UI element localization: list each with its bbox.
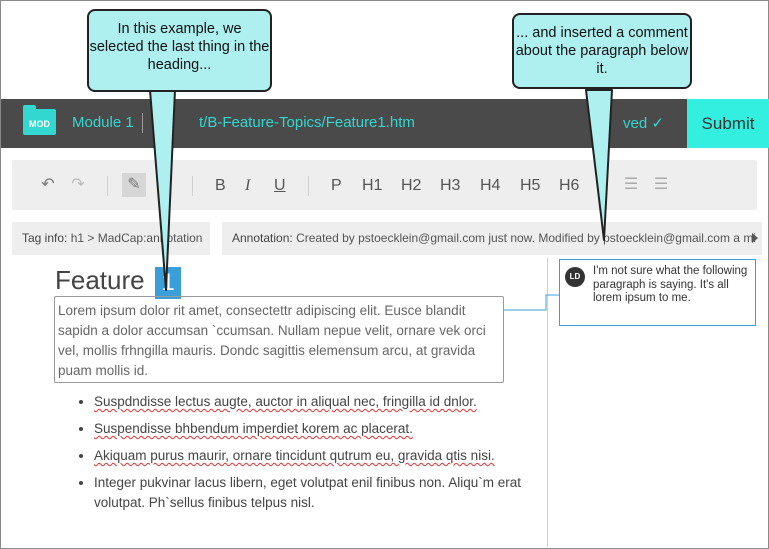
list-item-text: Suspdndisse lectus augte, auctor in aliq… — [94, 394, 477, 409]
tag-info-label: Tag info: — [22, 231, 68, 245]
redo-icon[interactable]: ↷ — [66, 173, 90, 197]
expand-arrow-icon[interactable] — [752, 233, 758, 243]
h4-button[interactable]: H4 — [480, 177, 500, 195]
underline-button[interactable]: U — [274, 177, 286, 195]
annotation-created: Created by pstoecklein@gmail.com just no… — [296, 231, 536, 245]
list-item-text: Integer pukvinar lacus libern, eget volu… — [94, 475, 521, 510]
editor-toolbar: ↶ ↷ ✎ B I U P H1 H2 H3 H4 H5 H6 ☰ ☰ — [12, 160, 757, 210]
annotation-info-label: Annotation: — [232, 231, 293, 245]
tag-info-value: h1 > MadCap:annotation — [70, 231, 203, 245]
bullet-list: Suspdndisse lectus augte, auctor in aliq… — [74, 392, 534, 520]
toolbar-divider — [308, 176, 309, 196]
list-item[interactable]: Suspendisse bhbendum imperdiet korem ac … — [94, 419, 534, 439]
list-item-text: Suspendisse bhbendum imperdiet korem ac … — [94, 421, 413, 436]
module-logo-icon: MOD — [23, 105, 56, 135]
avatar: LD — [565, 267, 585, 287]
italic-button[interactable]: I — [245, 177, 250, 195]
comment-connector — [504, 294, 560, 311]
file-path: t/B-Feature-Topics/Feature1.htm — [199, 114, 415, 131]
tag-info-bar: Tag info: h1 > MadCap:annotation — [12, 222, 210, 255]
annotation-marker[interactable]: 1 — [155, 267, 181, 299]
h1-button[interactable]: H1 — [362, 177, 382, 195]
h6-button[interactable]: H6 — [559, 177, 579, 195]
bold-button[interactable]: B — [215, 177, 226, 195]
undo-icon[interactable]: ↶ — [36, 173, 60, 197]
module-name[interactable]: Module 1 — [72, 114, 134, 131]
comment-card[interactable]: LD I'm not sure what the following parag… — [559, 259, 756, 326]
document-paragraph[interactable]: Lorem ipsum dolor rit amet, consectettr … — [54, 296, 504, 383]
unordered-list-icon[interactable]: ☰ — [649, 173, 673, 197]
left-callout: In this example, we selected the last th… — [87, 9, 272, 92]
right-callout: ... and inserted a comment about the par… — [512, 13, 692, 89]
list-item-text: Akiquam purus maurir, ornare tincidunt q… — [94, 448, 495, 463]
submit-button[interactable]: Submit — [687, 99, 769, 148]
h5-button[interactable]: H5 — [520, 177, 540, 195]
list-item[interactable]: Akiquam purus maurir, ornare tincidunt q… — [94, 446, 534, 466]
header-divider — [142, 113, 143, 133]
list-item[interactable]: Suspdndisse lectus augte, auctor in aliq… — [94, 392, 534, 412]
document-heading[interactable]: Feature — [55, 265, 145, 296]
ordered-list-icon[interactable]: ☰ — [619, 173, 643, 197]
h3-button[interactable]: H3 — [440, 177, 460, 195]
h2-button[interactable]: H2 — [401, 177, 421, 195]
saved-status: ved ✓ — [623, 115, 664, 132]
list-item[interactable]: Integer pukvinar lacus libern, eget volu… — [94, 473, 534, 513]
toolbar-divider — [192, 176, 193, 196]
annotation-info-bar: Annotation: Created by pstoecklein@gmail… — [222, 222, 762, 255]
highlighter-icon[interactable]: ✎ — [122, 173, 146, 197]
comment-text: I'm not sure what the following paragrap… — [593, 265, 748, 304]
annotation-modified: Modified by pstoecklein@gmail.com a mi — [538, 231, 756, 245]
paragraph-button[interactable]: P — [331, 177, 342, 195]
logo-text: MOD — [29, 119, 50, 129]
toolbar-divider — [107, 176, 108, 196]
app-header: MOD Module 1 t/B-Feature-Topics/Feature1… — [1, 99, 769, 148]
